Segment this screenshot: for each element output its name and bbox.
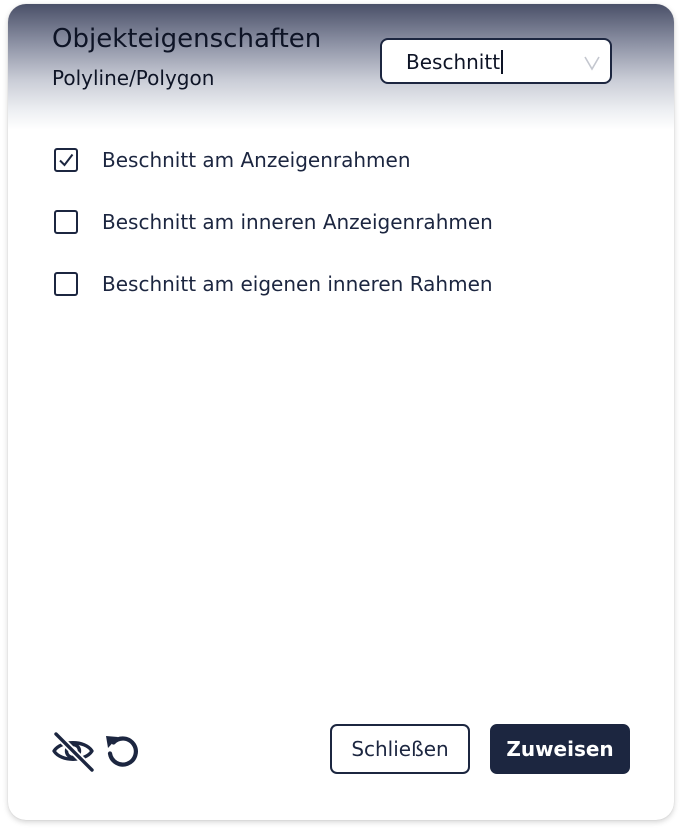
dialog-subtitle: Polyline/Polygon: [52, 66, 215, 90]
checkbox-display-frame[interactable]: [54, 148, 78, 172]
apply-button[interactable]: Zuweisen: [490, 724, 630, 774]
option-row-own-inner-frame[interactable]: Beschnitt am eigenen inneren Rahmen: [52, 270, 612, 300]
category-select-value: Beschnitt: [406, 50, 504, 74]
checkbox-own-inner-frame[interactable]: [54, 272, 78, 296]
dialog-header: Objekteigenschaften Polyline/Polygon Bes…: [8, 4, 674, 130]
object-properties-dialog: Objekteigenschaften Polyline/Polygon Bes…: [8, 4, 674, 820]
option-label: Beschnitt am inneren Anzeigenrahmen: [102, 210, 493, 234]
checkmark-icon: [59, 153, 74, 167]
option-row-inner-display-frame[interactable]: Beschnitt am inneren Anzeigenrahmen: [52, 208, 612, 238]
option-label: Beschnitt am Anzeigenrahmen: [102, 148, 411, 172]
category-select[interactable]: Beschnitt: [380, 38, 612, 84]
chevron-down-icon[interactable]: [582, 52, 602, 72]
undo-icon[interactable]: [100, 728, 146, 774]
option-row-display-frame[interactable]: Beschnitt am Anzeigenrahmen: [52, 146, 612, 176]
close-button[interactable]: Schließen: [330, 724, 470, 774]
eye-off-icon[interactable]: [50, 728, 96, 774]
option-label: Beschnitt am eigenen inneren Rahmen: [102, 272, 493, 296]
dialog-title: Objekteigenschaften: [52, 24, 322, 54]
checkbox-inner-display-frame[interactable]: [54, 210, 78, 234]
text-caret: [501, 50, 504, 74]
